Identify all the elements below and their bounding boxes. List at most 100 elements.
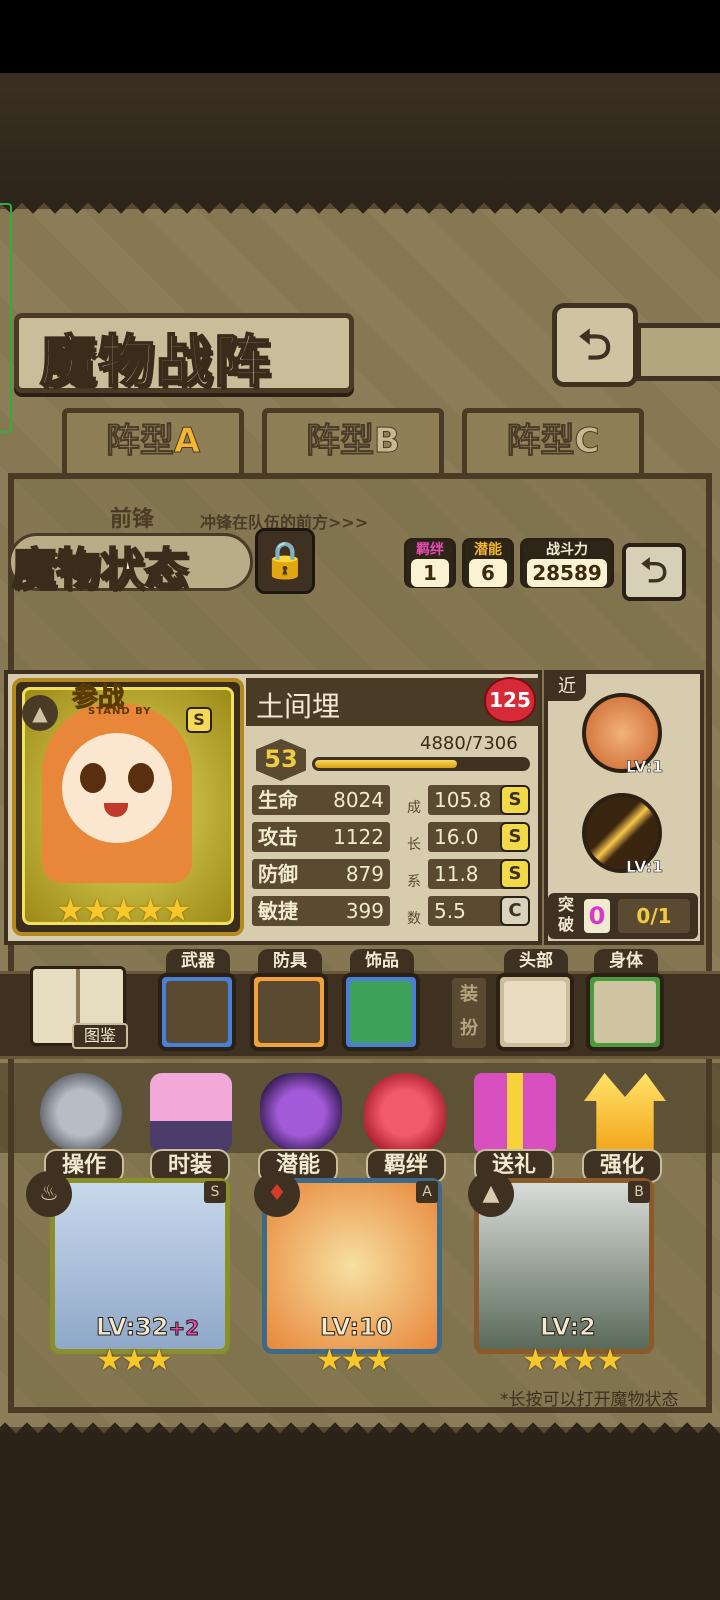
bond-label: 羁绊 xyxy=(416,542,444,558)
bond-chip: 羁绊 1 xyxy=(404,538,456,588)
game-stage: 魔物战阵 ⮌ 阵型A 阵型B 阵型C 前锋 冲锋在队伍的前方>>> 魔物状态 🔒… xyxy=(0,73,720,1600)
card-level: LV:10 xyxy=(319,1313,393,1342)
stat-value: 8024 xyxy=(333,788,384,812)
stars-body-icon xyxy=(594,981,656,1043)
growth-grade: S xyxy=(500,822,530,852)
tab-formation-c[interactable]: 阵型C xyxy=(462,408,644,474)
stat-row: 防御 879 11.8 S xyxy=(252,859,532,889)
standby-subtitle: STAND BY xyxy=(88,706,152,717)
tab-label-suffix: A xyxy=(173,421,201,462)
body-slot[interactable] xyxy=(586,973,664,1051)
portrait-eye xyxy=(128,763,154,793)
head-slot[interactable] xyxy=(496,973,574,1051)
card-grade: A xyxy=(416,1181,438,1203)
potential-chip: 潜能 6 xyxy=(462,538,514,588)
tab-label-suffix: B xyxy=(374,421,401,462)
gear-icon[interactable] xyxy=(40,1073,122,1153)
lock-icon: 🔒 xyxy=(262,540,308,581)
skill-level: LV:1 xyxy=(626,857,664,877)
headband-icon xyxy=(504,981,566,1043)
earth-icon: ▲ xyxy=(468,1171,514,1217)
status-back-button[interactable]: ⮌ xyxy=(622,543,686,601)
stat-row: 攻击 1122 16.0 S xyxy=(252,822,532,852)
earth-element-icon: ▲ xyxy=(22,695,58,731)
top-zigzag-border xyxy=(0,203,720,225)
gift-icon[interactable] xyxy=(474,1073,556,1153)
armor-slot-label: 防具 xyxy=(258,949,322,973)
card-level: LV:32+2 xyxy=(95,1313,200,1342)
back-arrow-icon: ⮌ xyxy=(578,320,612,369)
top-background xyxy=(0,73,720,203)
card-stars: ★★★ xyxy=(316,1343,393,1378)
long-press-hint: *长按可以打开魔物状态 xyxy=(500,1390,679,1410)
outfit-icon[interactable] xyxy=(150,1073,232,1153)
growth-grade: S xyxy=(500,859,530,889)
bottom-background xyxy=(0,1433,720,1600)
power-value: 28589 xyxy=(527,559,607,587)
tab-label-suffix: C xyxy=(574,421,600,462)
level-value: 53 xyxy=(264,745,298,773)
tab-formation-a[interactable]: 阵型A xyxy=(62,408,244,474)
potential-label: 潜能 xyxy=(474,542,502,558)
bottom-zigzag-border xyxy=(0,1411,720,1433)
stat-value: 879 xyxy=(345,862,384,886)
tab-formation-b[interactable]: 阵型B xyxy=(262,408,444,474)
range-tag: 近 xyxy=(548,673,586,701)
header-right-bar xyxy=(636,323,720,381)
weapon-slot[interactable] xyxy=(158,973,236,1051)
affection-value: 125 xyxy=(489,688,531,712)
potential-value: 6 xyxy=(469,559,507,587)
card-level-text: LV:32 xyxy=(95,1313,169,1342)
exp-bar-fill xyxy=(315,760,457,768)
stat-row: 敏捷 399 5.5 C xyxy=(252,896,532,926)
status-title: 魔物状态 xyxy=(11,543,189,596)
card-stars: ★★★★ xyxy=(522,1343,624,1378)
weapon-slot-label: 武器 xyxy=(166,949,230,973)
portrait-face xyxy=(62,733,172,843)
accessory-slot[interactable] xyxy=(342,973,420,1051)
card-grade: B xyxy=(628,1181,650,1203)
power-chip: 战斗力 28589 xyxy=(520,538,614,588)
star-rating: ★★★★★ xyxy=(56,891,191,929)
growth-grade: C xyxy=(500,896,530,926)
page-title: 魔物战阵 xyxy=(39,328,272,396)
exp-text: 4880/7306 xyxy=(420,733,518,754)
growth-label-char: 系 xyxy=(407,874,421,890)
dress-up-label: 装扮 xyxy=(452,978,486,1048)
gatling-gun-icon xyxy=(166,981,228,1043)
demon-potential-icon[interactable] xyxy=(260,1073,342,1153)
compass-armor-icon xyxy=(258,981,320,1043)
card-stars: ★★★ xyxy=(96,1343,173,1378)
break-progress: 0/1 xyxy=(618,899,690,933)
monster-name: 土间埋 xyxy=(256,690,341,723)
back-button[interactable]: ⮌ xyxy=(552,303,638,387)
growth-label-char: 数 xyxy=(407,911,421,927)
rank-badge: S xyxy=(186,707,212,733)
skill-level: LV:1 xyxy=(626,757,664,777)
growth-label-char: 长 xyxy=(407,837,421,853)
bond-value: 1 xyxy=(411,559,449,587)
tab-label-prefix: 阵型 xyxy=(506,421,575,462)
back-arrow-icon: ⮌ xyxy=(640,551,668,591)
stat-value: 399 xyxy=(345,899,384,923)
portrait-eye xyxy=(80,763,106,793)
card-level-plus: +2 xyxy=(168,1316,200,1341)
potion-bottle-icon xyxy=(350,981,412,1043)
head-slot-label: 头部 xyxy=(504,949,568,973)
stat-value: 1122 xyxy=(333,825,384,849)
growth-label-char: 成 xyxy=(407,800,421,816)
water-icon: ♨ xyxy=(26,1171,72,1217)
growth-grade: S xyxy=(500,785,530,815)
accessory-slot-label: 饰品 xyxy=(350,949,414,973)
stat-row: 生命 8024 105.8 S xyxy=(252,785,532,815)
left-edge-indicator xyxy=(0,203,12,433)
body-slot-label: 身体 xyxy=(594,949,658,973)
card-grade: S xyxy=(204,1181,226,1203)
power-label: 战斗力 xyxy=(546,542,588,558)
lock-button[interactable]: 🔒 xyxy=(255,528,315,594)
hearts-bond-icon[interactable] xyxy=(364,1073,446,1153)
card-level: LV:2 xyxy=(540,1313,597,1342)
armor-slot[interactable] xyxy=(250,973,328,1051)
affection-heart-icon: 125 xyxy=(484,677,536,723)
tab-label-prefix: 阵型 xyxy=(306,421,375,462)
